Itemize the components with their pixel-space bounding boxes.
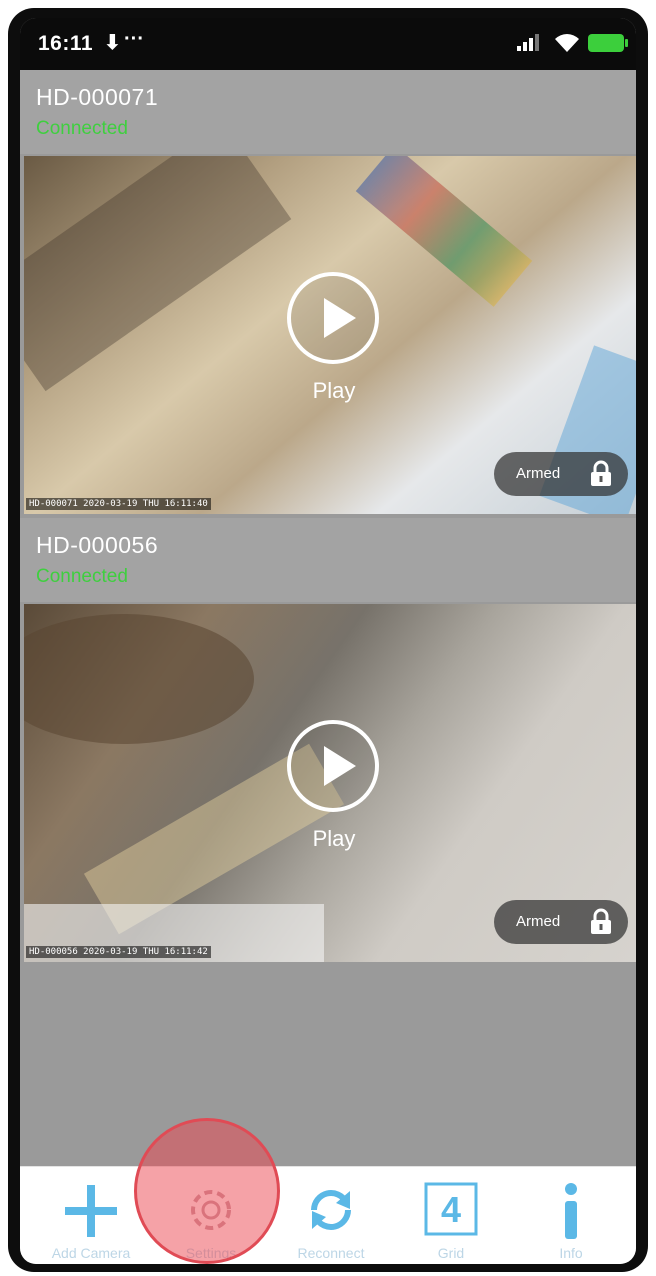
add-camera-label: Add Camera bbox=[51, 1245, 131, 1261]
signal-icon bbox=[516, 32, 542, 57]
play-icon bbox=[324, 746, 356, 786]
reconnect-button[interactable]: Reconnect bbox=[276, 1167, 386, 1264]
info-button[interactable]: Info bbox=[516, 1167, 626, 1264]
armed-label: Armed bbox=[516, 465, 561, 482]
grid-number: 4 bbox=[441, 1189, 461, 1230]
armed-label: Armed bbox=[516, 913, 561, 930]
play-label: Play bbox=[312, 378, 356, 403]
download-icon: ⬇ bbox=[104, 32, 121, 54]
play-label: Play bbox=[312, 826, 356, 851]
status-time: 16:11 bbox=[38, 32, 94, 55]
grid-four-icon: 4 bbox=[424, 1182, 478, 1236]
phone-frame: 16:11 ⬇ ··· HD-000071 Connected Play Arm… bbox=[8, 8, 648, 1272]
play-icon bbox=[324, 298, 356, 338]
app-screen: 16:11 ⬇ ··· HD-000071 Connected Play Arm… bbox=[20, 18, 636, 1264]
camera-header[interactable]: HD-000056 Connected bbox=[20, 518, 636, 602]
play-button[interactable] bbox=[287, 272, 379, 364]
camera-preview[interactable]: Play Armed HD-000056 2020-03-19 THU 16:1… bbox=[24, 604, 636, 962]
lock-icon bbox=[588, 460, 614, 488]
more-notifications-icon: ··· bbox=[124, 28, 144, 50]
video-timestamp: HD-000071 2020-03-19 THU 16:11:40 bbox=[26, 498, 211, 510]
camera-preview[interactable]: Play Armed HD-000071 2020-03-19 THU 16:1… bbox=[24, 156, 636, 514]
preview-scene bbox=[24, 614, 254, 744]
armed-toggle[interactable]: Armed bbox=[494, 452, 628, 496]
info-label: Info bbox=[559, 1245, 583, 1261]
grid-label: Grid bbox=[437, 1245, 465, 1261]
play-button[interactable] bbox=[287, 720, 379, 812]
bottom-nav: Add Camera Settings Reconnect 4 Grid Inf… bbox=[20, 1166, 636, 1264]
armed-toggle[interactable]: Armed bbox=[494, 900, 628, 944]
lock-icon bbox=[588, 908, 614, 936]
add-camera-button[interactable]: Add Camera bbox=[36, 1167, 146, 1264]
settings-button[interactable]: Settings bbox=[156, 1167, 266, 1264]
preview-scene bbox=[24, 156, 292, 392]
reconnect-label: Reconnect bbox=[297, 1245, 365, 1261]
settings-label: Settings bbox=[185, 1245, 237, 1261]
grid-button[interactable]: 4 Grid bbox=[396, 1167, 506, 1264]
refresh-icon bbox=[311, 1190, 351, 1230]
camera-status: Connected bbox=[36, 566, 128, 587]
plus-icon bbox=[65, 1185, 117, 1237]
status-bar: 16:11 ⬇ ··· bbox=[20, 18, 636, 70]
camera-status: Connected bbox=[36, 118, 128, 139]
info-icon bbox=[565, 1183, 577, 1239]
camera-header[interactable]: HD-000071 Connected bbox=[20, 70, 636, 154]
camera-name: HD-000071 bbox=[36, 84, 159, 110]
battery-icon bbox=[588, 34, 628, 52]
camera-name: HD-000056 bbox=[36, 532, 159, 558]
wifi-icon bbox=[554, 32, 580, 59]
preview-scene bbox=[355, 156, 533, 307]
gear-icon bbox=[191, 1190, 231, 1230]
video-timestamp: HD-000056 2020-03-19 THU 16:11:42 bbox=[26, 946, 211, 958]
